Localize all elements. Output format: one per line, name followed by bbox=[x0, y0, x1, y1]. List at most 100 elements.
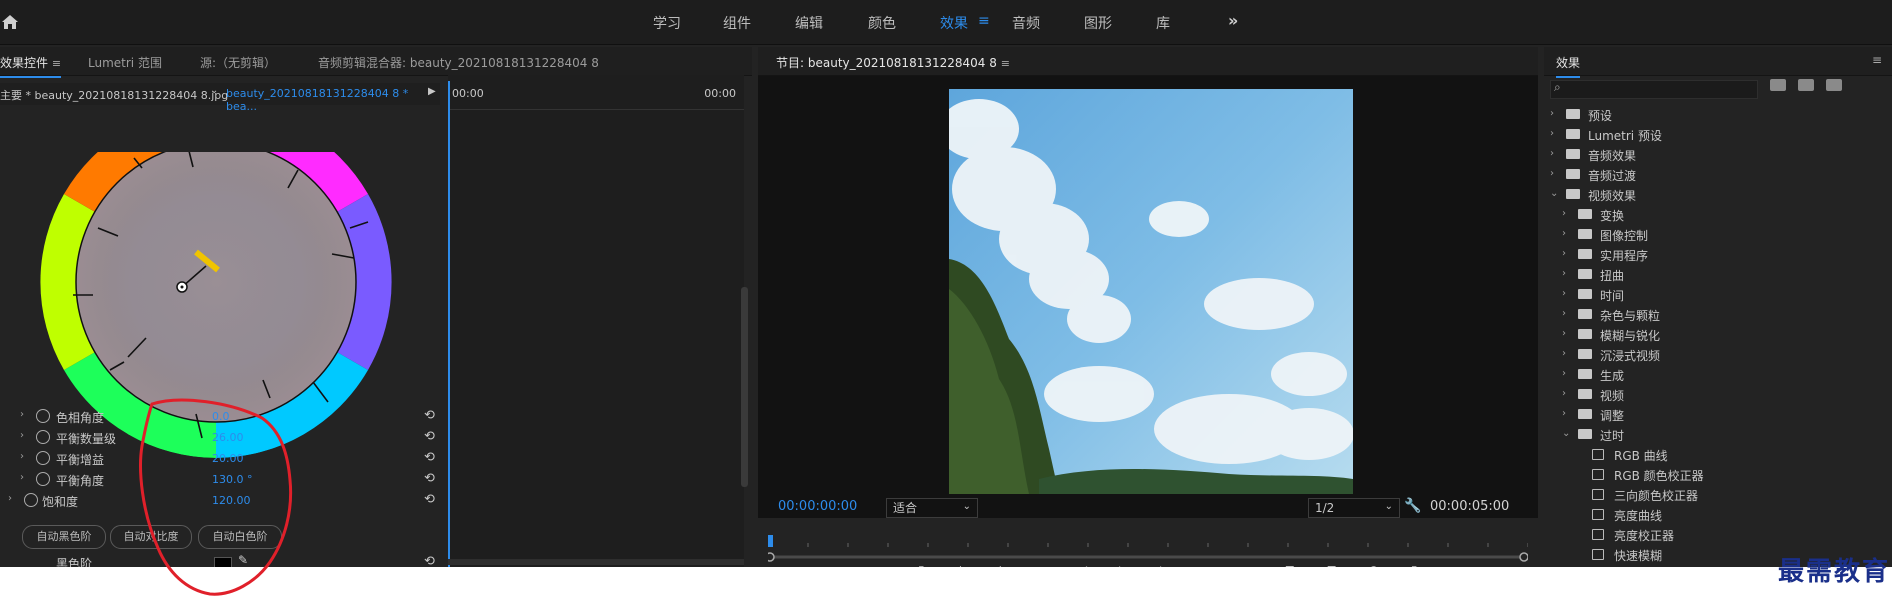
chevron-right-icon[interactable]: › bbox=[20, 472, 24, 483]
workspace-audio[interactable]: 音频 bbox=[1012, 13, 1040, 33]
workspace-graphics[interactable]: 图形 bbox=[1084, 13, 1112, 33]
horizontal-scrollbar[interactable] bbox=[448, 559, 744, 565]
effects-tree-item[interactable]: 三向颜色校正器 bbox=[1544, 485, 1874, 505]
workspace-libraries[interactable]: 库 bbox=[1156, 13, 1170, 33]
sequence-clip-label[interactable]: beauty_20210818131228404 8 * bea... bbox=[226, 87, 440, 113]
playhead[interactable] bbox=[448, 81, 450, 567]
effects-tree-item[interactable]: › 音频效果 bbox=[1544, 145, 1874, 165]
tab-effects[interactable]: 效果 bbox=[1556, 54, 1581, 78]
effects-tree-item[interactable]: › 杂色与颗粒 bbox=[1544, 305, 1874, 325]
stopwatch-icon[interactable] bbox=[36, 409, 50, 423]
effects-tree-item[interactable]: › 时间 bbox=[1544, 285, 1874, 305]
stopwatch-icon[interactable] bbox=[24, 493, 38, 507]
chevron-right-icon[interactable]: › bbox=[1562, 208, 1566, 219]
chevron-right-icon[interactable]: › bbox=[1550, 128, 1554, 139]
effects-tree-item[interactable]: › 沉浸式视频 bbox=[1544, 345, 1874, 365]
panel-menu-icon[interactable]: ≡ bbox=[1872, 53, 1882, 67]
stopwatch-icon[interactable] bbox=[36, 451, 50, 465]
reset-icon[interactable]: ⟲ bbox=[424, 471, 435, 486]
vertical-scrollbar[interactable] bbox=[741, 287, 748, 487]
balance-angle-value[interactable]: 130.0 ° bbox=[212, 473, 253, 486]
effects-search-input[interactable]: ⌕ bbox=[1550, 80, 1758, 99]
auto-contrast-button[interactable]: 自动对比度 bbox=[110, 525, 192, 549]
tab-source[interactable]: 源:（无剪辑） bbox=[200, 54, 276, 71]
workspace-effects[interactable]: 效果 bbox=[940, 13, 968, 33]
chevron-right-icon[interactable]: › bbox=[1562, 268, 1566, 279]
effects-tree-item[interactable]: RGB 曲线 bbox=[1544, 445, 1874, 465]
reset-icon[interactable]: ⟲ bbox=[424, 429, 435, 444]
effects-tree-item[interactable]: ⌄ 过时 bbox=[1544, 425, 1874, 445]
effects-tree-item[interactable]: › Lumetri 预设 bbox=[1544, 125, 1874, 145]
fit-dropdown[interactable]: 适合 ⌄ bbox=[886, 498, 978, 518]
tab-program[interactable]: 节目: beauty_20210818131228404 8 ≡ bbox=[776, 54, 1010, 78]
auto-black-level-button[interactable]: 自动黑色阶 bbox=[22, 525, 106, 549]
chevron-right-icon[interactable]: › bbox=[1562, 368, 1566, 379]
chevron-right-icon[interactable]: › bbox=[8, 493, 12, 504]
transport-controls[interactable]: ▮ ⟂ ⟂ ⇤ ◀ ▶ ▶ ⇥ ⇥ ⊞ ⊞ ◎ ▮ bbox=[918, 563, 1431, 567]
workspace-learn[interactable]: 学习 bbox=[653, 13, 681, 33]
chevron-right-icon[interactable]: › bbox=[1562, 228, 1566, 239]
chevron-right-icon[interactable]: › bbox=[1562, 328, 1566, 339]
effects-tree-item[interactable]: › 图像控制 bbox=[1544, 225, 1874, 245]
chevron-right-icon[interactable]: › bbox=[1562, 308, 1566, 319]
chevron-right-icon[interactable]: › bbox=[1550, 168, 1554, 179]
more-workspaces-icon[interactable]: » bbox=[1228, 11, 1238, 30]
panel-menu-icon[interactable]: ≡ bbox=[52, 57, 61, 70]
reset-icon[interactable]: ⟲ bbox=[424, 554, 435, 567]
effects-tree-item[interactable]: › 调整 bbox=[1544, 405, 1874, 425]
saturation-value[interactable]: 120.00 bbox=[212, 494, 251, 507]
accelerated-effects-icon[interactable] bbox=[1770, 79, 1786, 91]
tab-lumetri-scopes[interactable]: Lumetri 范围 bbox=[88, 54, 162, 71]
workspace-editing[interactable]: 编辑 bbox=[795, 13, 823, 33]
effects-tree-item[interactable]: › 扭曲 bbox=[1544, 265, 1874, 285]
play-triangle-icon[interactable]: ▶ bbox=[428, 86, 436, 97]
effects-tree-item[interactable]: › 生成 bbox=[1544, 365, 1874, 385]
effects-tree-item[interactable]: ⌄ 视频效果 bbox=[1544, 185, 1874, 205]
effects-tree-item[interactable]: RGB 颜色校正器 bbox=[1544, 465, 1874, 485]
reset-icon[interactable]: ⟲ bbox=[424, 492, 435, 507]
black-level-swatch[interactable] bbox=[214, 557, 232, 567]
eyedropper-icon[interactable]: ✎ bbox=[238, 553, 248, 567]
chevron-right-icon[interactable]: › bbox=[1562, 348, 1566, 359]
chevron-down-icon[interactable]: ⌄ bbox=[210, 85, 218, 96]
chevron-right-icon[interactable]: › bbox=[1562, 248, 1566, 259]
chevron-right-icon[interactable]: › bbox=[1562, 388, 1566, 399]
master-clip-label[interactable]: 主要 * beauty_20210818131228404 8.jpg bbox=[0, 87, 228, 103]
video-frame[interactable] bbox=[949, 89, 1353, 494]
effects-tree-item[interactable]: › 模糊与锐化 bbox=[1544, 325, 1874, 345]
effects-tree-item[interactable]: › 视频 bbox=[1544, 385, 1874, 405]
chevron-right-icon[interactable]: › bbox=[1562, 408, 1566, 419]
yuv-effects-icon[interactable] bbox=[1826, 79, 1842, 91]
panel-menu-icon[interactable]: ≡ bbox=[1001, 57, 1010, 70]
resolution-dropdown[interactable]: 1/2 ⌄ bbox=[1308, 498, 1400, 518]
stopwatch-icon[interactable] bbox=[36, 472, 50, 486]
tab-audio-clip-mixer[interactable]: 音频剪辑混合器: beauty_20210818131228404 8 bbox=[318, 54, 599, 71]
effect-controls-timeline[interactable]: 00:00 00:00 bbox=[448, 75, 744, 567]
effects-tree-item[interactable]: › 实用程序 bbox=[1544, 245, 1874, 265]
effects-tree-item[interactable]: › 预设 bbox=[1544, 105, 1874, 125]
32bit-effects-icon[interactable] bbox=[1798, 79, 1814, 91]
auto-white-level-button[interactable]: 自动白色阶 bbox=[198, 525, 282, 549]
reset-icon[interactable]: ⟲ bbox=[424, 408, 435, 423]
balance-magnitude-value[interactable]: 26.00 bbox=[212, 431, 244, 444]
tab-effect-controls[interactable]: 效果控件 ≡ bbox=[0, 54, 62, 78]
workspace-menu-icon[interactable]: ≡ bbox=[978, 13, 990, 29]
chevron-right-icon[interactable]: › bbox=[1550, 148, 1554, 159]
wrench-icon[interactable]: 🔧 bbox=[1404, 498, 1421, 514]
chevron-right-icon[interactable]: › bbox=[1550, 108, 1554, 119]
chevron-right-icon[interactable]: › bbox=[1562, 288, 1566, 299]
reset-icon[interactable]: ⟲ bbox=[424, 450, 435, 465]
program-time-ruler[interactable] bbox=[768, 531, 1528, 567]
chevron-right-icon[interactable]: › bbox=[20, 430, 24, 441]
chevron-down-icon[interactable]: ⌄ bbox=[1550, 188, 1558, 199]
workspace-color[interactable]: 颜色 bbox=[868, 13, 896, 33]
effects-tree-item[interactable]: 亮度曲线 bbox=[1544, 505, 1874, 525]
current-timecode[interactable]: 00:00:00:00 bbox=[778, 499, 857, 514]
effects-tree-item[interactable]: 亮度校正器 bbox=[1544, 525, 1874, 545]
effects-tree-item[interactable]: › 音频过渡 bbox=[1544, 165, 1874, 185]
chevron-down-icon[interactable]: ⌄ bbox=[1562, 428, 1570, 439]
balance-gain-value[interactable]: 20.00 bbox=[212, 452, 244, 465]
chevron-right-icon[interactable]: › bbox=[20, 451, 24, 462]
workspace-assembly[interactable]: 组件 bbox=[723, 13, 751, 33]
chevron-right-icon[interactable]: › bbox=[20, 409, 24, 420]
